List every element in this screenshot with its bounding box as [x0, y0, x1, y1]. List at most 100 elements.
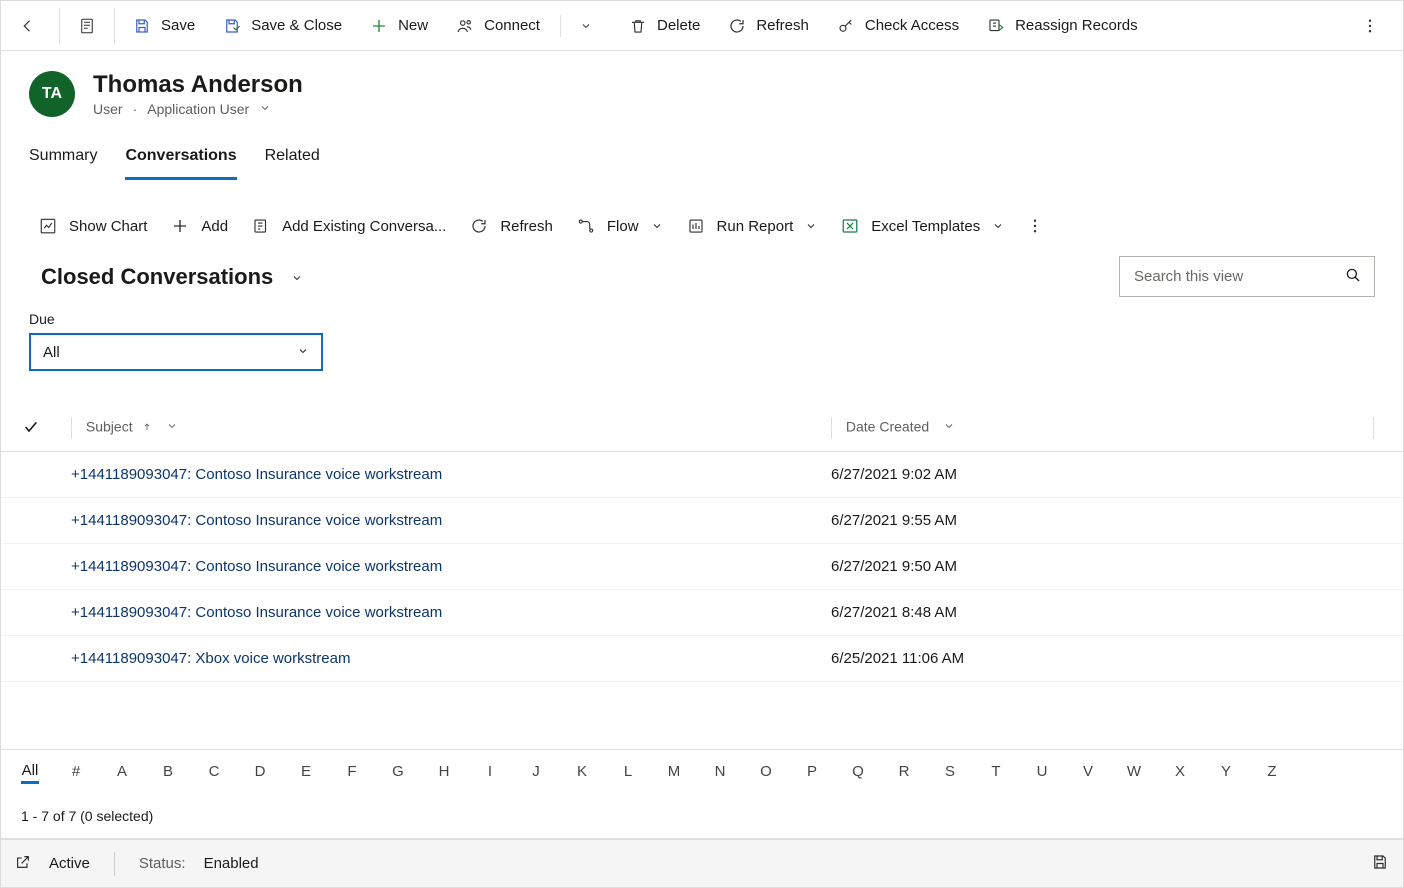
alpha-F[interactable]: F [343, 763, 361, 780]
alpha-Z[interactable]: Z [1263, 763, 1281, 780]
key-icon [837, 17, 855, 35]
column-date[interactable]: Date Created [821, 405, 1363, 452]
reassign-button[interactable]: Reassign Records [973, 1, 1152, 51]
row-subject-link[interactable]: +1441189093047: Contoso Insurance voice … [71, 512, 442, 529]
chevron-down-icon [651, 220, 663, 232]
new-button[interactable]: New [356, 1, 442, 51]
connect-button[interactable]: Connect [442, 1, 554, 51]
table-row[interactable]: +1441189093047: Contoso Insurance voice … [1, 452, 1403, 498]
alpha-I[interactable]: I [481, 763, 499, 780]
chevron-down-icon [992, 220, 1004, 232]
chevron-down-icon[interactable] [259, 101, 271, 117]
table-row[interactable]: +1441189093047: Contoso Insurance voice … [1, 590, 1403, 636]
status-active: Active [49, 855, 90, 872]
row-subject-link[interactable]: +1441189093047: Contoso Insurance voice … [71, 604, 442, 621]
flow-button[interactable]: Flow [567, 208, 673, 244]
row-subject-link[interactable]: +1441189093047: Xbox voice workstream [71, 650, 351, 667]
chevron-down-icon [577, 17, 595, 35]
chart-icon [39, 217, 57, 235]
dot: · [133, 101, 138, 117]
alpha-J[interactable]: J [527, 763, 545, 780]
show-chart-button[interactable]: Show Chart [29, 208, 157, 244]
reassign-icon [987, 17, 1005, 35]
alpha-H[interactable]: H [435, 763, 453, 780]
row-date: 6/27/2021 9:50 AM [821, 544, 1363, 590]
alpha-Q[interactable]: Q [849, 763, 867, 780]
save-icon[interactable] [1371, 853, 1389, 875]
save-label: Save [161, 17, 195, 34]
delete-button[interactable]: Delete [615, 1, 714, 51]
alpha-G[interactable]: G [389, 763, 407, 780]
reassign-label: Reassign Records [1015, 17, 1138, 34]
document-icon [78, 17, 96, 35]
view-selector[interactable]: Closed Conversations [41, 264, 303, 290]
sub-overflow-button[interactable] [1018, 208, 1052, 244]
row-subject-link[interactable]: +1441189093047: Contoso Insurance voice … [71, 558, 442, 575]
refresh-button[interactable]: Refresh [714, 1, 823, 51]
table-row[interactable]: +1441189093047: Xbox voice workstream 6/2… [1, 636, 1403, 682]
excel-templates-button[interactable]: Excel Templates [831, 208, 1014, 244]
alpha-C[interactable]: C [205, 763, 223, 780]
save-close-label: Save & Close [251, 17, 342, 34]
popout-icon[interactable] [15, 854, 31, 874]
save-button[interactable]: Save [119, 1, 209, 51]
pager-row: 1 - 7 of 7 (0 selected) [1, 793, 1403, 839]
alpha-#[interactable]: # [67, 763, 85, 780]
table-row[interactable]: +1441189093047: Contoso Insurance voice … [1, 544, 1403, 590]
overflow-button[interactable] [1347, 1, 1393, 51]
alphabet-bar: All # A B C D E F G H I J K L M N O P Q R S T U V W X Y Z [1, 749, 1403, 793]
column-subject[interactable]: Subject [61, 405, 821, 452]
alpha-O[interactable]: O [757, 763, 775, 780]
alpha-M[interactable]: M [665, 763, 683, 780]
back-button[interactable] [1, 1, 55, 51]
form-layout-button[interactable] [64, 1, 110, 51]
people-icon [456, 17, 474, 35]
tab-conversations[interactable]: Conversations [125, 137, 236, 179]
tab-related[interactable]: Related [265, 137, 320, 179]
record-subtitle: User · Application User [93, 101, 303, 117]
alpha-T[interactable]: T [987, 763, 1005, 780]
alpha-U[interactable]: U [1033, 763, 1051, 780]
table-row[interactable]: +1441189093047: Contoso Insurance voice … [1, 498, 1403, 544]
alpha-L[interactable]: L [619, 763, 637, 780]
alpha-P[interactable]: P [803, 763, 821, 780]
alpha-N[interactable]: N [711, 763, 729, 780]
alpha-K[interactable]: K [573, 763, 591, 780]
chevron-down-icon [291, 264, 303, 290]
search-icon[interactable] [1344, 266, 1362, 287]
add-existing-button[interactable]: Add Existing Conversa... [242, 208, 456, 244]
row-date: 6/25/2021 11:06 AM [821, 636, 1363, 682]
run-report-label: Run Report [717, 218, 794, 235]
column-separator [1373, 417, 1374, 439]
alpha-A[interactable]: A [113, 763, 131, 780]
tab-summary[interactable]: Summary [29, 137, 97, 179]
column-select[interactable] [1, 405, 61, 452]
alpha-R[interactable]: R [895, 763, 913, 780]
alpha-D[interactable]: D [251, 763, 269, 780]
save-close-button[interactable]: Save & Close [209, 1, 356, 51]
alpha-B[interactable]: B [159, 763, 177, 780]
run-report-button[interactable]: Run Report [677, 208, 828, 244]
alpha-Y[interactable]: Y [1217, 763, 1235, 780]
add-button[interactable]: Add [161, 208, 238, 244]
search-box[interactable] [1119, 256, 1375, 297]
chevron-down-icon[interactable] [943, 419, 955, 435]
row-subject-link[interactable]: +1441189093047: Contoso Insurance voice … [71, 466, 442, 483]
add-existing-icon [252, 217, 270, 235]
search-input[interactable] [1132, 267, 1336, 286]
alpha-E[interactable]: E [297, 763, 315, 780]
alpha-V[interactable]: V [1079, 763, 1097, 780]
alpha-W[interactable]: W [1125, 763, 1143, 780]
column-separator [831, 417, 832, 439]
connect-dropdown[interactable] [563, 1, 609, 51]
sub-refresh-button[interactable]: Refresh [460, 208, 563, 244]
due-select[interactable]: All [29, 333, 323, 371]
alpha-S[interactable]: S [941, 763, 959, 780]
alpha-All[interactable]: All [21, 762, 39, 784]
add-existing-label: Add Existing Conversa... [282, 218, 446, 235]
separator [560, 15, 561, 37]
chevron-down-icon[interactable] [166, 419, 178, 435]
alpha-X[interactable]: X [1171, 763, 1189, 780]
check-access-button[interactable]: Check Access [823, 1, 973, 51]
excel-templates-label: Excel Templates [871, 218, 980, 235]
